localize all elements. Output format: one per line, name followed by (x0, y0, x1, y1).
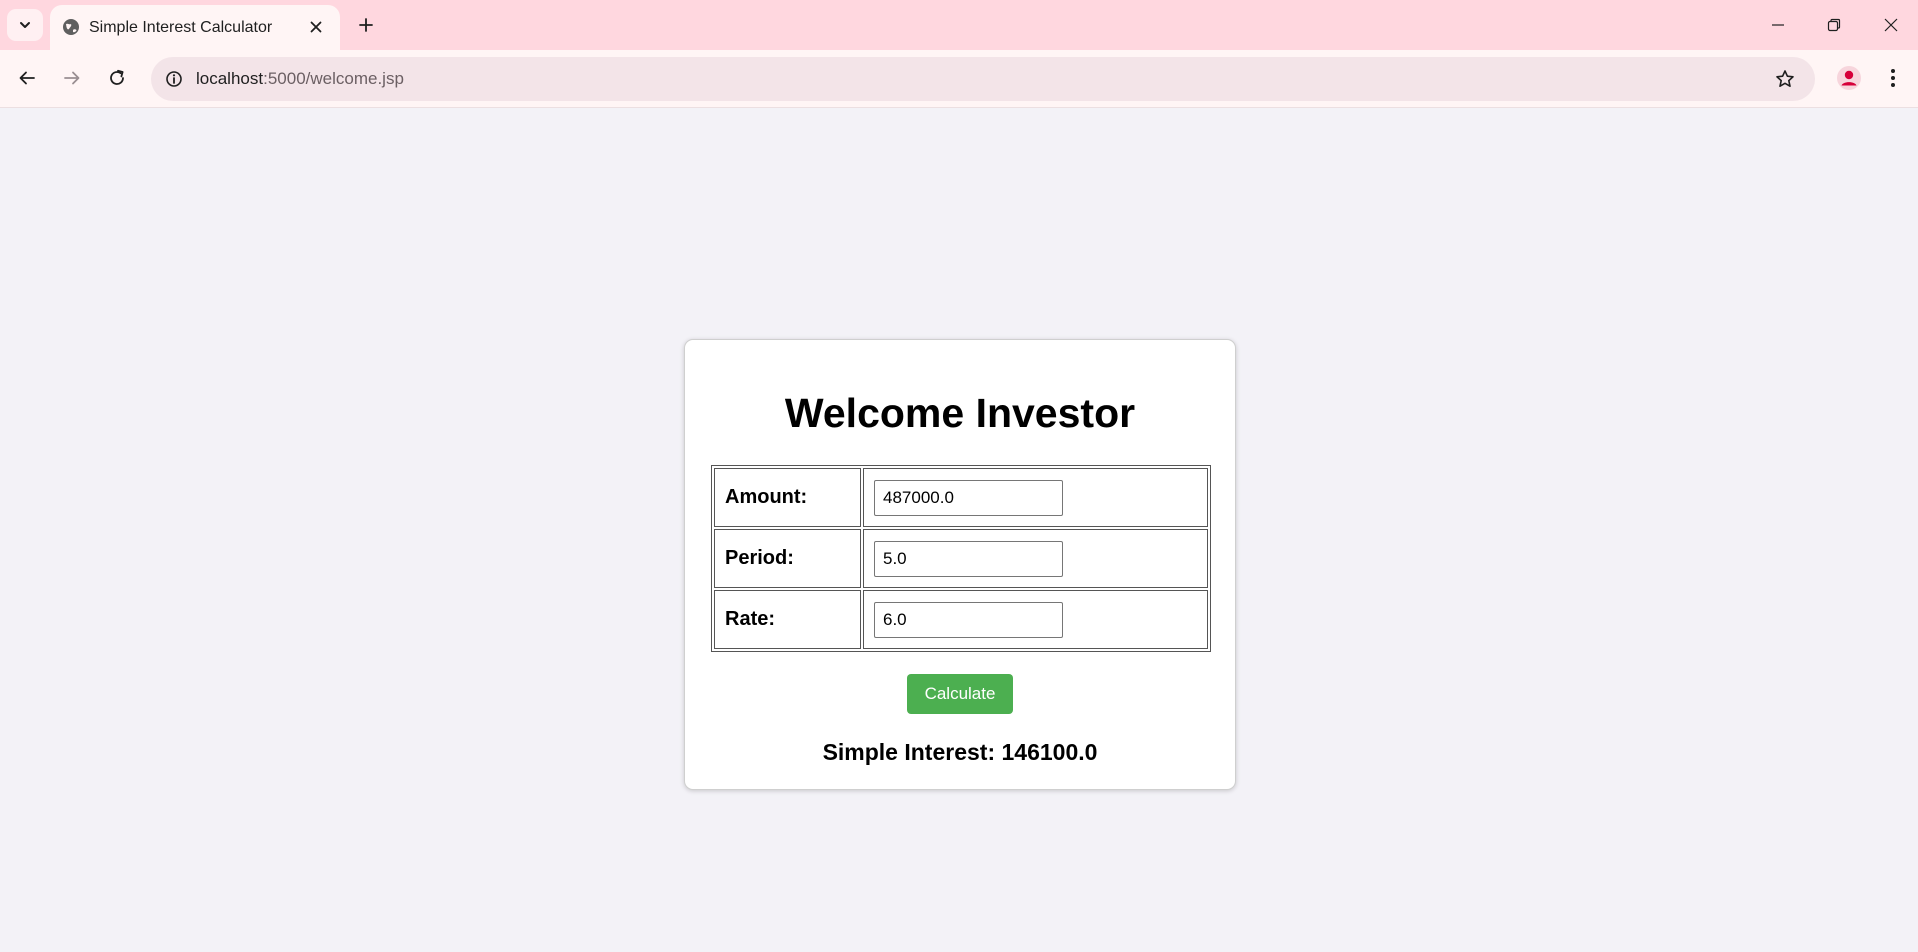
browser-menu-button[interactable] (1876, 61, 1910, 95)
rate-cell (863, 590, 1208, 649)
restore-button[interactable] (1819, 10, 1849, 40)
address-bar[interactable]: localhost:5000/welcome.jsp (151, 57, 1815, 101)
input-table: Amount: Period: Rate: (711, 465, 1211, 652)
reload-icon (110, 69, 124, 85)
period-cell (863, 529, 1208, 588)
tab-title: Simple Interest Calculator (89, 19, 273, 36)
close-icon (310, 21, 322, 33)
simple-interest-result: Simple Interest: 146100.0 (822, 739, 1098, 765)
info-icon (166, 71, 182, 87)
tab-search-button[interactable] (7, 9, 43, 41)
url-path: :5000/welcome.jsp (263, 69, 404, 88)
table-row: Rate: (714, 590, 1208, 649)
calculate-button[interactable]: Calculate (907, 674, 1013, 714)
forward-button[interactable] (55, 61, 89, 95)
back-button[interactable] (10, 61, 44, 95)
profile-button[interactable] (1832, 61, 1866, 95)
calculator-card: Welcome Investor Amount: Period: Rate: C… (684, 339, 1236, 790)
title-bar: Simple Interest Calculator (0, 0, 1918, 50)
close-window-button[interactable] (1876, 10, 1906, 40)
amount-label: Amount: (714, 468, 861, 527)
rate-label: Rate: (714, 590, 861, 649)
period-label: Period: (714, 529, 861, 588)
chevron-down-icon (20, 22, 30, 28)
arrow-left-icon (19, 71, 35, 85)
period-input[interactable] (874, 540, 1063, 577)
rate-input[interactable] (874, 601, 1063, 638)
new-tab-button[interactable] (352, 11, 380, 39)
amount-input[interactable] (874, 479, 1063, 516)
star-icon (1776, 70, 1794, 87)
url-host: localhost (196, 69, 264, 88)
more-vertical-icon (1891, 69, 1895, 87)
globe-icon (63, 19, 79, 35)
avatar-icon (1837, 66, 1861, 90)
browser-toolbar: localhost:5000/welcome.jsp (0, 50, 1918, 108)
site-info-button[interactable] (159, 64, 189, 94)
minimize-icon (1772, 24, 1784, 26)
page-heading: Welcome Investor (784, 390, 1136, 436)
minimize-button[interactable] (1763, 10, 1793, 40)
table-row: Period: (714, 529, 1208, 588)
restore-icon (1827, 18, 1841, 32)
browser-tab[interactable]: Simple Interest Calculator (50, 5, 340, 50)
plus-icon (359, 18, 373, 32)
bookmark-button[interactable] (1771, 65, 1799, 93)
tab-close-button[interactable] (305, 16, 327, 38)
close-icon (1884, 18, 1898, 32)
reload-button[interactable] (100, 61, 134, 95)
arrow-right-icon (64, 71, 80, 85)
table-row: Amount: (714, 468, 1208, 527)
url-text[interactable]: localhost:5000/welcome.jsp (196, 69, 404, 89)
amount-cell (863, 468, 1208, 527)
